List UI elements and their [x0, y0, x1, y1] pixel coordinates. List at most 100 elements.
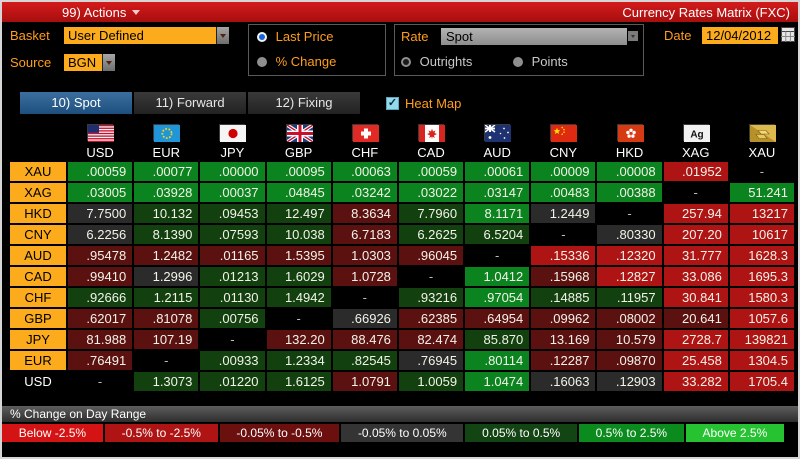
matrix-cell-usd-eur[interactable]: 1.3073	[134, 372, 199, 391]
matrix-cell-xau-usd[interactable]: .00059	[68, 162, 133, 181]
last-price-option[interactable]: Last Price	[257, 29, 333, 44]
actions-button[interactable]: 99) Actions	[10, 5, 141, 20]
matrix-cell-chf-aud[interactable]: .97054	[465, 288, 530, 307]
matrix-cell-aud-hkd[interactable]: .12320	[597, 246, 662, 265]
tab-12-fixing[interactable]: 12) Fixing	[248, 92, 360, 114]
matrix-cell-aud-xau[interactable]: 1628.3	[729, 246, 794, 265]
outrights-option[interactable]: Outrights	[401, 54, 472, 69]
row-label-aud[interactable]: AUD	[10, 246, 66, 265]
matrix-cell-eur-hkd[interactable]: .09870	[597, 351, 662, 370]
matrix-cell-cad-cad[interactable]: -	[398, 267, 464, 286]
matrix-cell-gbp-gbp[interactable]: -	[266, 309, 331, 328]
matrix-cell-usd-chf[interactable]: 1.0791	[332, 372, 397, 391]
calendar-icon[interactable]	[781, 27, 795, 45]
matrix-cell-cny-xau[interactable]: 10617	[729, 225, 794, 244]
matrix-cell-jpy-aud[interactable]: 85.870	[465, 330, 530, 349]
matrix-cell-eur-cny[interactable]: .12287	[531, 351, 596, 370]
matrix-cell-aud-cny[interactable]: .15336	[531, 246, 596, 265]
matrix-cell-aud-eur[interactable]: 1.2482	[134, 246, 199, 265]
matrix-cell-chf-xag[interactable]: 30.841	[663, 288, 728, 307]
points-option[interactable]: Points	[513, 54, 568, 69]
matrix-cell-hkd-cad[interactable]: 7.7960	[398, 204, 464, 223]
source-dropdown-arrow-icon[interactable]	[102, 54, 115, 71]
matrix-cell-hkd-chf[interactable]: 8.3634	[332, 204, 397, 223]
matrix-cell-jpy-jpy[interactable]: -	[200, 330, 265, 349]
row-label-eur[interactable]: EUR	[10, 351, 66, 370]
matrix-cell-aud-cad[interactable]: .96045	[398, 246, 464, 265]
matrix-cell-aud-jpy[interactable]: .01165	[200, 246, 265, 265]
row-label-cny[interactable]: CNY	[10, 225, 66, 244]
matrix-cell-cad-chf[interactable]: 1.0728	[332, 267, 397, 286]
matrix-cell-hkd-cny[interactable]: 1.2449	[531, 204, 596, 223]
row-label-cad[interactable]: CAD	[10, 267, 66, 286]
tab-11-forward[interactable]: 11) Forward	[134, 92, 246, 114]
matrix-cell-cny-cny[interactable]: -	[531, 225, 596, 244]
matrix-cell-gbp-chf[interactable]: .66926	[332, 309, 397, 328]
matrix-cell-jpy-xau[interactable]: 139821	[729, 330, 794, 349]
matrix-cell-gbp-xag[interactable]: 20.641	[663, 309, 728, 328]
matrix-cell-aud-xag[interactable]: 31.777	[663, 246, 728, 265]
matrix-cell-usd-jpy[interactable]: .01220	[200, 372, 265, 391]
matrix-cell-chf-eur[interactable]: 1.2115	[134, 288, 199, 307]
matrix-cell-cny-xag[interactable]: 207.20	[663, 225, 728, 244]
matrix-cell-usd-xau[interactable]: 1705.4	[729, 372, 794, 391]
matrix-cell-xau-aud[interactable]: .00061	[465, 162, 530, 181]
matrix-cell-eur-xag[interactable]: 25.458	[663, 351, 728, 370]
matrix-cell-gbp-usd[interactable]: .62017	[68, 309, 133, 328]
matrix-cell-aud-aud[interactable]: -	[465, 246, 530, 265]
matrix-cell-eur-eur[interactable]: -	[134, 351, 199, 370]
matrix-cell-gbp-hkd[interactable]: .08002	[597, 309, 662, 328]
matrix-cell-xau-gbp[interactable]: .00095	[266, 162, 331, 181]
matrix-cell-gbp-eur[interactable]: .81078	[134, 309, 199, 328]
row-label-hkd[interactable]: HKD	[10, 204, 66, 223]
matrix-cell-chf-usd[interactable]: .92666	[68, 288, 133, 307]
row-label-xau[interactable]: XAU	[10, 162, 66, 181]
matrix-cell-jpy-usd[interactable]: 81.988	[68, 330, 133, 349]
matrix-cell-xag-cny[interactable]: .00483	[531, 183, 596, 202]
heat-map-checkbox[interactable]: ✓	[386, 96, 399, 110]
matrix-cell-usd-cny[interactable]: .16063	[531, 372, 596, 391]
matrix-cell-eur-aud[interactable]: .80114	[465, 351, 530, 370]
matrix-cell-eur-usd[interactable]: .76491	[68, 351, 133, 370]
matrix-cell-eur-cad[interactable]: .76945	[398, 351, 464, 370]
matrix-cell-chf-cad[interactable]: .93216	[398, 288, 464, 307]
basket-dropdown-arrow-icon[interactable]	[216, 27, 229, 44]
matrix-cell-eur-gbp[interactable]: 1.2334	[266, 351, 331, 370]
outrights-radio[interactable]	[401, 57, 411, 67]
matrix-cell-cny-eur[interactable]: 8.1390	[134, 225, 199, 244]
matrix-cell-chf-hkd[interactable]: .11957	[597, 288, 662, 307]
matrix-cell-cad-aud[interactable]: 1.0412	[465, 267, 530, 286]
row-label-jpy[interactable]: JPY	[10, 330, 66, 349]
date-input[interactable]: 12/04/2012	[702, 27, 778, 44]
matrix-cell-xau-jpy[interactable]: .00000	[200, 162, 265, 181]
row-label-xag[interactable]: XAG	[10, 183, 66, 202]
matrix-cell-chf-cny[interactable]: .14885	[531, 288, 596, 307]
matrix-cell-gbp-xau[interactable]: 1057.6	[729, 309, 794, 328]
matrix-cell-cad-gbp[interactable]: 1.6029	[266, 267, 331, 286]
matrix-cell-hkd-xau[interactable]: 13217	[729, 204, 794, 223]
matrix-cell-xag-aud[interactable]: .03147	[465, 183, 530, 202]
matrix-cell-xag-gbp[interactable]: .04845	[266, 183, 331, 202]
matrix-cell-xag-chf[interactable]: .03242	[332, 183, 397, 202]
matrix-cell-aud-gbp[interactable]: 1.5395	[266, 246, 331, 265]
matrix-cell-jpy-eur[interactable]: 107.19	[134, 330, 199, 349]
matrix-cell-xag-hkd[interactable]: .00388	[597, 183, 662, 202]
matrix-cell-usd-aud[interactable]: 1.0474	[465, 372, 530, 391]
matrix-cell-usd-cad[interactable]: 1.0059	[398, 372, 464, 391]
matrix-cell-xau-cny[interactable]: .00009	[531, 162, 596, 181]
matrix-cell-usd-xag[interactable]: 33.282	[663, 372, 728, 391]
basket-select[interactable]: User Defined	[64, 27, 216, 44]
matrix-cell-xau-eur[interactable]: .00077	[134, 162, 199, 181]
matrix-cell-chf-gbp[interactable]: 1.4942	[266, 288, 331, 307]
points-radio[interactable]	[513, 57, 523, 67]
matrix-cell-cny-jpy[interactable]: .07593	[200, 225, 265, 244]
matrix-cell-eur-xau[interactable]: 1304.5	[729, 351, 794, 370]
matrix-cell-cny-hkd[interactable]: .80330	[597, 225, 662, 244]
matrix-cell-xau-cad[interactable]: .00059	[398, 162, 464, 181]
matrix-cell-xag-jpy[interactable]: .00037	[200, 183, 265, 202]
matrix-cell-hkd-aud[interactable]: 8.1171	[465, 204, 530, 223]
matrix-cell-usd-gbp[interactable]: 1.6125	[266, 372, 331, 391]
matrix-cell-eur-chf[interactable]: .82545	[332, 351, 397, 370]
last-price-radio[interactable]	[257, 32, 267, 42]
matrix-cell-aud-chf[interactable]: 1.0303	[332, 246, 397, 265]
